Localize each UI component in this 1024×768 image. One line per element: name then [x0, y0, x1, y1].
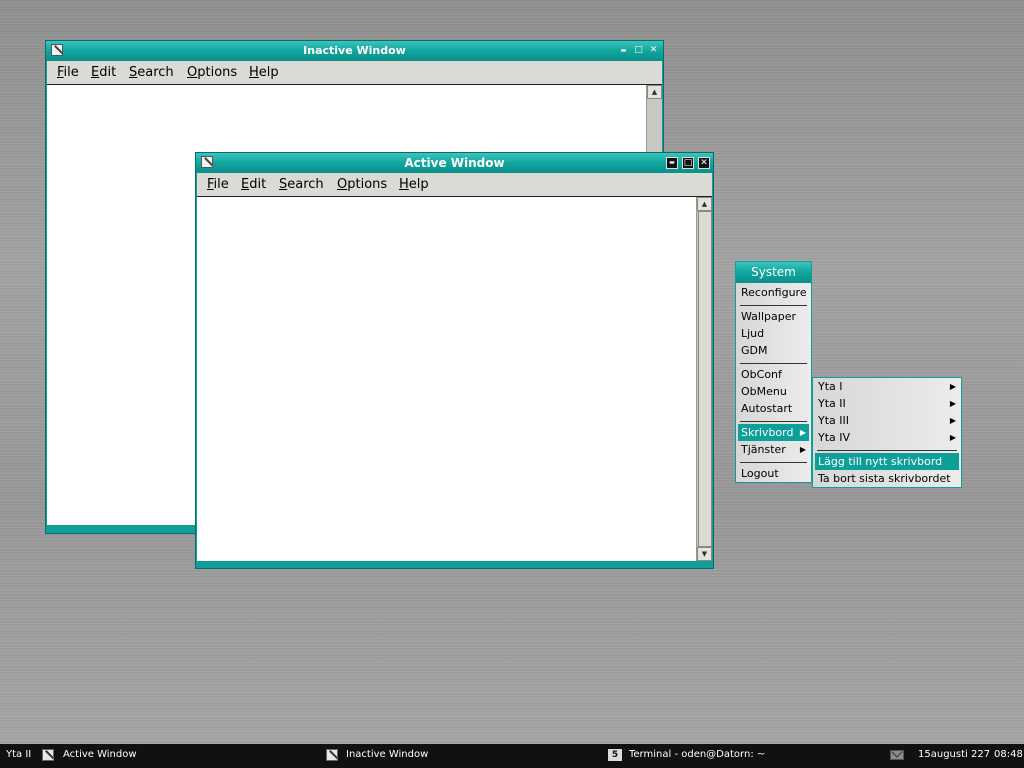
active-menubar: File Edit Search Options Help [197, 173, 712, 197]
active-content-area[interactable]: ▲ ▼ [197, 197, 712, 561]
close-button[interactable]: ✕ [698, 157, 710, 169]
menu-edit[interactable]: Edit [91, 65, 116, 80]
close-button[interactable]: ✕ [648, 45, 659, 56]
menu-separator [740, 421, 807, 422]
clock-date: 15augusti 227 [918, 749, 991, 760]
menu-separator [817, 450, 957, 451]
menu-separator [740, 462, 807, 463]
scroll-up-button[interactable]: ▲ [697, 197, 712, 211]
minimize-button[interactable]: ▬ [666, 157, 678, 169]
menu-item-gdm[interactable]: GDM [738, 342, 809, 359]
maximize-button[interactable]: □ [682, 157, 694, 169]
scroll-thumb[interactable] [698, 211, 712, 547]
window-icon [326, 749, 338, 761]
menu-item-wallpaper[interactable]: Wallpaper [738, 308, 809, 325]
menu-item-label: Tjänster [741, 443, 786, 456]
task-label: Inactive Window [346, 749, 429, 760]
remove-desktop-item[interactable]: Ta bort sista skrivbordet [815, 470, 959, 487]
active-scrollbar[interactable]: ▲ ▼ [696, 197, 712, 561]
menu-item-autostart[interactable]: Autostart [738, 400, 809, 417]
task-terminal[interactable]: 5 Terminal - oden@Datorn: ~ [608, 744, 868, 768]
menu-help[interactable]: Help [399, 177, 429, 192]
menu-separator [740, 305, 807, 306]
menu-edit[interactable]: Edit [241, 177, 266, 192]
window-title: Inactive Window [303, 44, 406, 57]
submenu-item-yta-1[interactable]: Yta I ▶ [815, 378, 959, 395]
menu-file[interactable]: File [57, 65, 79, 80]
menu-separator [740, 363, 807, 364]
desktop-name[interactable]: Yta II [6, 744, 31, 766]
inactive-window-titlebar[interactable]: Inactive Window ▬ □ ✕ [46, 41, 663, 61]
active-window-titlebar[interactable]: Active Window ▬ □ ✕ [196, 153, 713, 173]
menu-item-logout[interactable]: Logout [738, 465, 809, 482]
menu-item-reconfigure[interactable]: Reconfigure [738, 284, 809, 301]
menu-search[interactable]: Search [279, 177, 324, 192]
system-menu: System Reconfigure Wallpaper Ljud GDM Ob… [735, 261, 812, 483]
task-inactive-window[interactable]: Inactive Window [326, 744, 586, 768]
menu-item-label: Yta III [818, 414, 850, 427]
system-menu-header: System [736, 262, 811, 283]
menu-item-tjanster[interactable]: Tjänster ▶ [738, 441, 809, 458]
menu-options[interactable]: Options [187, 65, 237, 80]
menu-file[interactable]: File [207, 177, 229, 192]
submenu-item-yta-4[interactable]: Yta IV ▶ [815, 429, 959, 446]
menu-search[interactable]: Search [129, 65, 174, 80]
menu-item-label: Yta I [818, 380, 843, 393]
submenu-arrow-icon: ▶ [949, 433, 956, 442]
scroll-down-button[interactable]: ▼ [697, 547, 712, 561]
menu-item-label: Yta II [818, 397, 846, 410]
add-desktop-item[interactable]: Lägg till nytt skrivbord [815, 453, 959, 470]
submenu-item-yta-2[interactable]: Yta II ▶ [815, 395, 959, 412]
menu-item-obmenu[interactable]: ObMenu [738, 383, 809, 400]
submenu-arrow-icon: ▶ [799, 428, 806, 437]
skrivbord-submenu: Yta I ▶ Yta II ▶ Yta III ▶ Yta IV ▶ Lägg… [812, 377, 962, 488]
menu-item-label: Skrivbord [741, 426, 794, 439]
window-icon [42, 749, 54, 761]
maximize-button[interactable]: □ [633, 45, 644, 56]
terminal-icon: 5 [608, 749, 622, 761]
menu-item-skrivbord[interactable]: Skrivbord ▶ [738, 424, 809, 441]
clock-time[interactable]: 08:48 [994, 744, 1023, 766]
menu-options[interactable]: Options [337, 177, 387, 192]
submenu-item-yta-3[interactable]: Yta III ▶ [815, 412, 959, 429]
window-title: Active Window [404, 156, 505, 170]
menu-item-label: Yta IV [818, 431, 851, 444]
menu-help[interactable]: Help [249, 65, 279, 80]
submenu-arrow-icon: ▶ [949, 416, 956, 425]
task-label: Active Window [63, 749, 137, 760]
task-active-window[interactable]: Active Window [42, 744, 302, 768]
active-window[interactable]: Active Window ▬ □ ✕ File Edit Search Opt… [195, 152, 714, 569]
submenu-arrow-icon: ▶ [949, 399, 956, 408]
submenu-arrow-icon: ▶ [949, 382, 956, 391]
taskbar: Yta II Active Window Inactive Window 5 T… [0, 744, 1024, 768]
task-label: Terminal - oden@Datorn: ~ [629, 749, 766, 760]
mail-icon[interactable] [890, 750, 904, 760]
menu-item-obconf[interactable]: ObConf [738, 366, 809, 383]
submenu-arrow-icon: ▶ [799, 445, 806, 454]
minimize-button[interactable]: ▬ [618, 45, 629, 56]
inactive-menubar: File Edit Search Options Help [47, 61, 662, 85]
menu-item-ljud[interactable]: Ljud [738, 325, 809, 342]
scroll-up-button[interactable]: ▲ [647, 85, 662, 99]
